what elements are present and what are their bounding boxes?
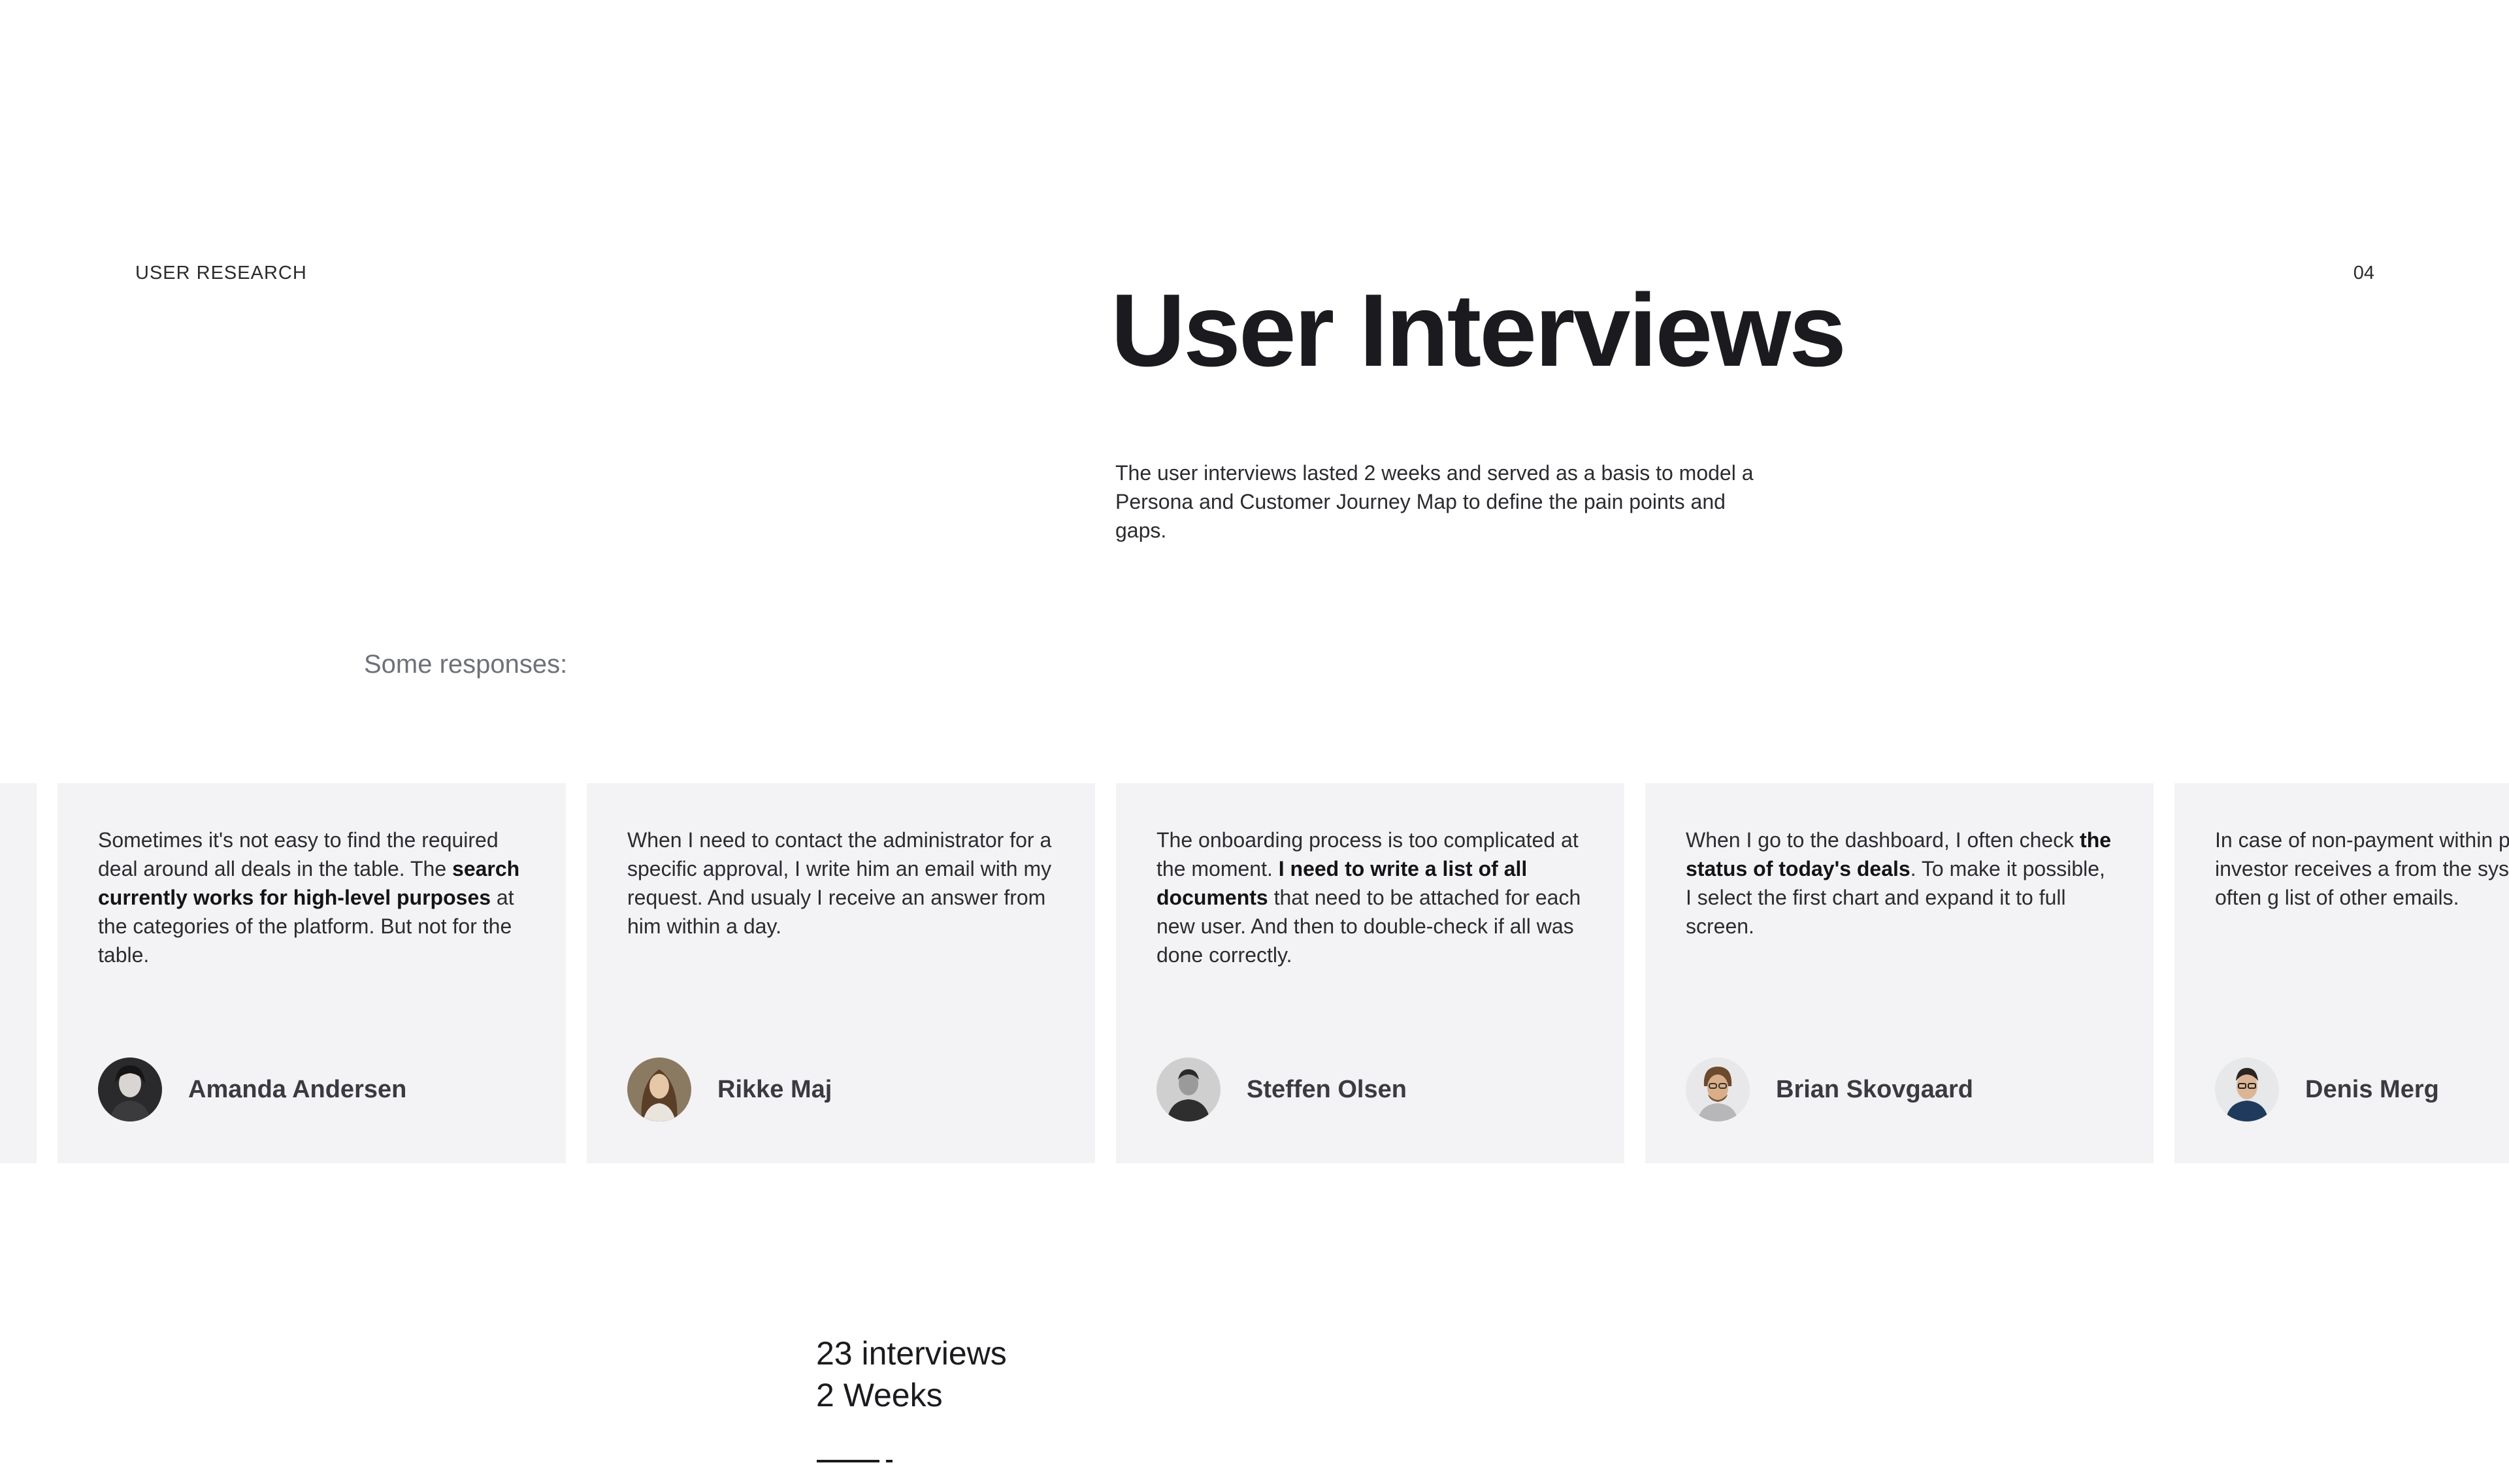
author-name: Amanda Andersen — [188, 1075, 407, 1103]
card-quote: Sometimes it's not easy to find the requ… — [98, 826, 525, 969]
card-quote: When I go to the dashboard, I often chec… — [1686, 826, 2113, 941]
user-interviews-page: USER RESEARCH 04 User Interviews The use… — [0, 0, 2509, 1484]
card-quote: In case of non-payment within period, th… — [2215, 826, 2509, 912]
divider-dot — [886, 1460, 893, 1462]
page-number: 04 — [2353, 263, 2374, 283]
stats-block: 23 interviews 2 Weeks — [816, 1332, 1007, 1416]
avatar-denis-icon — [2215, 1057, 2279, 1121]
avatar-steffen-icon — [1156, 1057, 1221, 1121]
quote-text: When I go to the dashboard, I often chec… — [1686, 828, 2080, 852]
author-name: Steffen Olsen — [1247, 1075, 1407, 1103]
card-quote: When I need to contact the administrator… — [627, 826, 1055, 941]
quote-text: When I need to contact the administrator… — [627, 828, 1052, 938]
section-label: USER RESEARCH — [135, 263, 307, 283]
avatar-brian-icon — [1686, 1057, 1750, 1121]
quote-text: In case of non-payment within period, th… — [2215, 828, 2509, 909]
response-card-partial[interactable] — [0, 783, 37, 1163]
response-card[interactable]: In case of non-payment within period, th… — [2174, 783, 2509, 1163]
card-author: Steffen Olsen — [1156, 1057, 1407, 1121]
author-name: Denis Merg — [2305, 1075, 2439, 1103]
intro-paragraph: The user interviews lasted 2 weeks and s… — [1115, 461, 1754, 542]
stats-interviews: 23 interviews — [816, 1335, 1007, 1372]
card-author: Denis Merg — [2215, 1057, 2439, 1121]
responses-label: Some responses: — [364, 650, 568, 679]
response-card[interactable]: When I need to contact the administrator… — [587, 783, 1095, 1163]
divider-line — [817, 1460, 879, 1462]
avatar-amanda-icon — [98, 1057, 162, 1121]
avatar-rikke-icon — [627, 1057, 691, 1121]
card-author: Brian Skovgaard — [1686, 1057, 1973, 1121]
response-card-carousel[interactable]: Sometimes it's not easy to find the requ… — [0, 783, 2509, 1163]
response-card[interactable]: When I go to the dashboard, I often chec… — [1645, 783, 2154, 1163]
author-name: Rikke Maj — [717, 1075, 832, 1103]
quote-text: Sometimes it's not easy to find the requ… — [98, 828, 499, 880]
card-author: Amanda Andersen — [98, 1057, 406, 1121]
response-card[interactable]: The onboarding process is too complicate… — [1116, 783, 1624, 1163]
author-name: Brian Skovgaard — [1776, 1075, 1973, 1103]
stats-duration: 2 Weeks — [816, 1377, 943, 1413]
response-card[interactable]: Sometimes it's not easy to find the requ… — [57, 783, 566, 1163]
card-author: Rikke Maj — [627, 1057, 832, 1121]
page-title: User Interviews — [1111, 273, 1846, 388]
card-quote: The onboarding process is too complicate… — [1156, 826, 1584, 969]
